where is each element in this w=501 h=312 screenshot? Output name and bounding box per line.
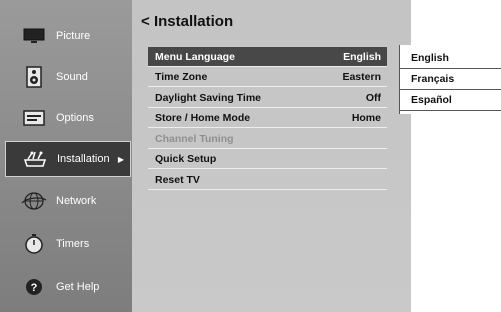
language-option-english[interactable]: English <box>400 48 501 69</box>
row-label: Time Zone <box>155 70 208 83</box>
sidebar-item-options[interactable]: Options <box>5 100 131 136</box>
sidebar-item-sound[interactable]: Sound <box>5 59 131 95</box>
globe-icon <box>21 189 47 213</box>
row-label: Daylight Saving Time <box>155 91 261 104</box>
timer-icon <box>21 232 47 256</box>
sidebar-item-label: Timers <box>56 238 90 250</box>
sidebar-item-label: Picture <box>56 30 91 42</box>
help-icon: ? <box>21 275 47 299</box>
sidebar-item-timers[interactable]: Timers <box>5 226 131 262</box>
row-value: Off <box>365 91 381 104</box>
installation-icon <box>22 147 48 171</box>
sidebar-item-get-help[interactable]: ? Get Help <box>5 269 131 305</box>
row-label: Reset TV <box>155 173 200 186</box>
language-dropdown: English Français Español <box>399 45 501 114</box>
sidebar-item-installation[interactable]: Installation ▶ <box>5 141 131 177</box>
language-option-francais[interactable]: Français <box>400 69 501 90</box>
row-value: English <box>343 50 381 63</box>
sidebar-item-label: Options <box>56 112 94 124</box>
row-label: Quick Setup <box>155 152 217 165</box>
chevron-right-icon: ▶ <box>117 154 124 164</box>
row-label: Store / Home Mode <box>155 111 251 124</box>
svg-text:?: ? <box>31 282 38 294</box>
sidebar-item-label: Get Help <box>56 281 100 293</box>
sidebar: Picture Sound Options Installation ▶ Net… <box>0 0 132 312</box>
sidebar-item-network[interactable]: Network <box>5 183 131 219</box>
menu-row-menu-language[interactable]: Menu Language English <box>148 47 387 67</box>
sidebar-item-label: Sound <box>56 71 88 83</box>
sidebar-item-picture[interactable]: Picture <box>5 18 131 54</box>
tv-icon <box>21 24 47 48</box>
menu-row-daylight-saving-time[interactable]: Daylight Saving Time Off <box>148 88 387 108</box>
back-button[interactable]: < <box>141 13 150 30</box>
sidebar-item-label: Installation <box>57 153 110 165</box>
speaker-icon <box>21 65 47 89</box>
menu-row-store-home-mode[interactable]: Store / Home Mode Home <box>148 108 387 128</box>
row-value: Eastern <box>342 70 381 83</box>
options-icon <box>21 106 47 130</box>
menu-row-time-zone[interactable]: Time Zone Eastern <box>148 67 387 87</box>
sidebar-item-label: Network <box>56 195 97 207</box>
menu-row-reset-tv[interactable]: Reset TV <box>148 170 387 190</box>
language-option-espanol[interactable]: Español <box>400 90 501 111</box>
menu-row-channel-tuning: Channel Tuning <box>148 129 387 149</box>
row-label: Menu Language <box>155 50 235 63</box>
menu-row-quick-setup[interactable]: Quick Setup <box>148 149 387 169</box>
row-value: Home <box>351 111 381 124</box>
row-label: Channel Tuning <box>155 132 234 145</box>
page-title: < Installation <box>141 13 234 30</box>
